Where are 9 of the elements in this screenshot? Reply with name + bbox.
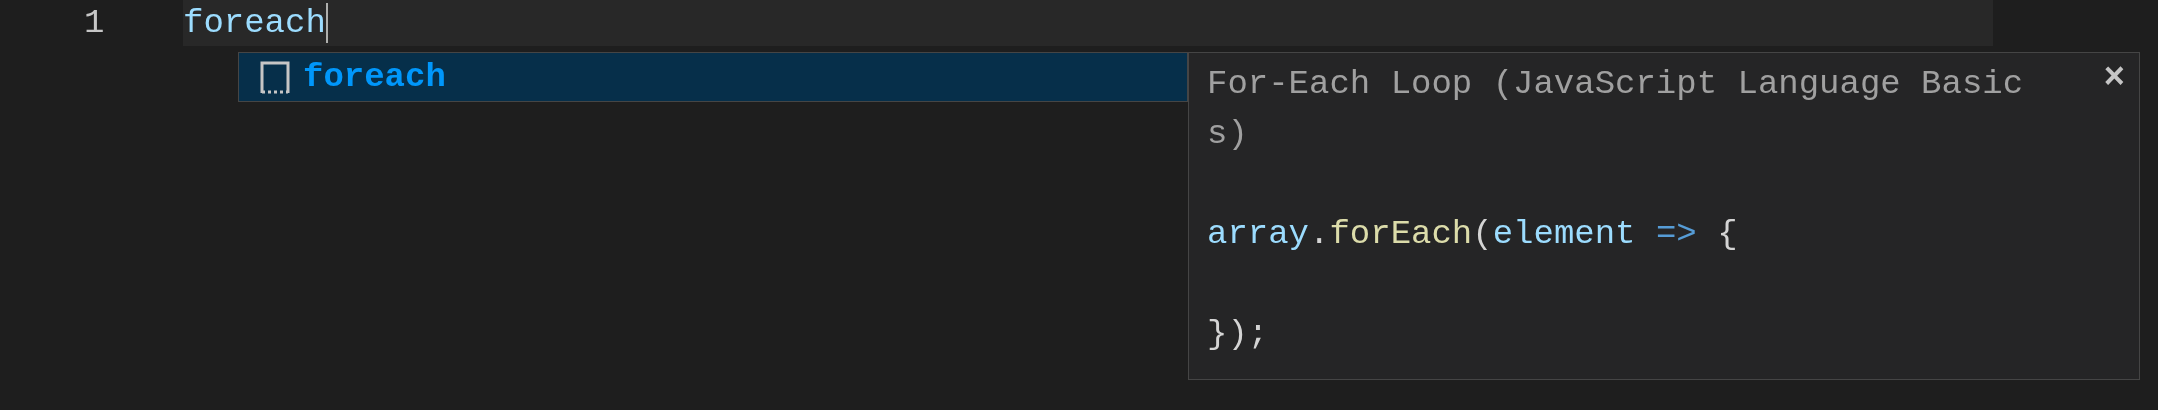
line-number: 1 (83, 2, 106, 44)
text-cursor (325, 3, 328, 43)
details-title: For-Each Loop (JavaScript Language Basics) (1207, 64, 2024, 155)
code-snippet-line: }); (1207, 314, 1270, 355)
snippet-icon (259, 60, 291, 94)
code-line: foreach (183, 6, 326, 40)
suggestion-item[interactable]: foreach (239, 53, 1187, 101)
code-snippet-line: array.forEach(element => { (1207, 214, 1739, 255)
close-button[interactable]: × (2103, 61, 2125, 97)
